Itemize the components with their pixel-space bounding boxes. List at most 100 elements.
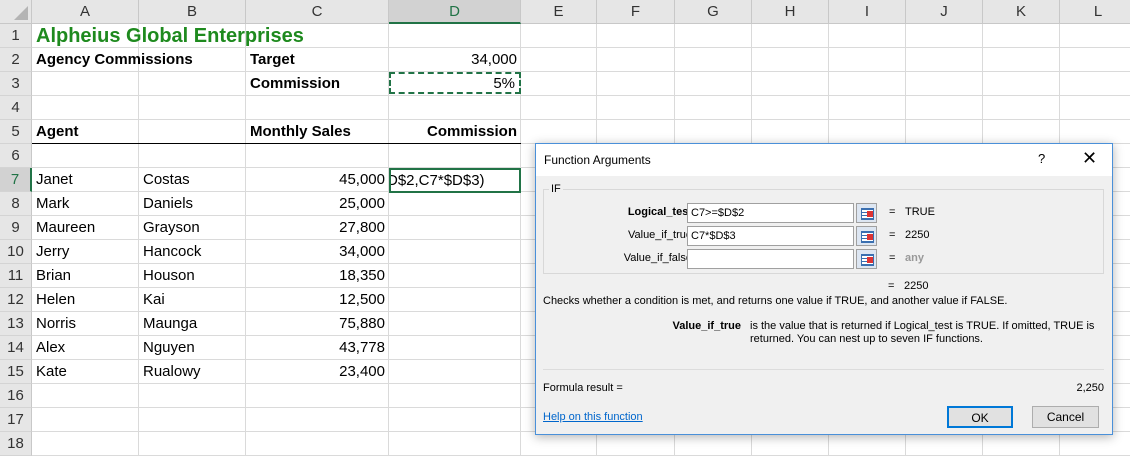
cell[interactable] [139, 72, 246, 96]
cell[interactable] [906, 48, 983, 72]
agent-first-name[interactable]: Maureen [32, 216, 139, 240]
cell[interactable] [389, 288, 521, 312]
agent-first-name[interactable]: Alex [32, 336, 139, 360]
cell[interactable] [752, 96, 829, 120]
cell[interactable] [983, 432, 1060, 456]
cell[interactable] [829, 432, 906, 456]
cell[interactable] [829, 48, 906, 72]
cell[interactable] [389, 216, 521, 240]
cell[interactable] [246, 432, 389, 456]
column-header-a[interactable]: A [32, 0, 139, 24]
row-header-4[interactable]: 4 [0, 96, 32, 120]
column-header-b[interactable]: B [139, 0, 246, 24]
cell[interactable] [752, 432, 829, 456]
cell[interactable] [521, 72, 597, 96]
cell[interactable] [32, 144, 139, 168]
cell[interactable] [597, 48, 675, 72]
cell[interactable] [983, 120, 1060, 144]
agent-first-name[interactable]: Kate [32, 360, 139, 384]
row-header-6[interactable]: 6 [0, 144, 32, 168]
cell[interactable] [139, 432, 246, 456]
column-header-l[interactable]: L [1060, 0, 1130, 24]
column-header-k[interactable]: K [983, 0, 1060, 24]
range-select-icon[interactable] [856, 203, 877, 223]
agent-last-name[interactable]: Costas [139, 168, 246, 192]
subtitle-cell[interactable]: Agency Commissions [32, 48, 242, 72]
agent-monthly-sales[interactable]: 23,400 [246, 360, 389, 384]
agent-last-name[interactable]: Houson [139, 264, 246, 288]
cell[interactable] [246, 384, 389, 408]
agent-first-name[interactable]: Norris [32, 312, 139, 336]
column-header-h[interactable]: H [752, 0, 829, 24]
row-header-12[interactable]: 12 [0, 288, 32, 312]
row-header-2[interactable]: 2 [0, 48, 32, 72]
cell[interactable] [675, 48, 752, 72]
cell[interactable] [906, 72, 983, 96]
agent-first-name[interactable]: Brian [32, 264, 139, 288]
cell[interactable] [829, 24, 906, 48]
column-header-f[interactable]: F [597, 0, 675, 24]
cell[interactable] [829, 96, 906, 120]
commission-rate-cell[interactable]: 5% [389, 72, 521, 94]
cell[interactable] [675, 432, 752, 456]
row-header-7[interactable]: 7 [0, 168, 32, 192]
cell[interactable] [675, 120, 752, 144]
cell[interactable] [389, 432, 521, 456]
cell[interactable] [1060, 72, 1130, 96]
cell[interactable] [752, 48, 829, 72]
row-header-8[interactable]: 8 [0, 192, 32, 216]
header-agent[interactable]: Agent [32, 120, 139, 144]
active-cell-editor[interactable]: D$2,C7*$D$3) [389, 168, 521, 193]
agent-last-name[interactable]: Rualowy [139, 360, 246, 384]
cell[interactable] [752, 72, 829, 96]
cell[interactable] [752, 24, 829, 48]
agent-last-name[interactable]: Hancock [139, 240, 246, 264]
cell[interactable] [675, 72, 752, 96]
cell[interactable] [389, 240, 521, 264]
cell[interactable] [521, 120, 597, 144]
cell[interactable] [389, 360, 521, 384]
cell[interactable] [246, 144, 389, 168]
column-header-c[interactable]: C [246, 0, 389, 24]
cell[interactable] [906, 432, 983, 456]
cell[interactable] [389, 312, 521, 336]
range-select-icon[interactable] [856, 226, 877, 246]
cell[interactable] [139, 120, 246, 144]
cell[interactable] [1060, 432, 1130, 456]
cell[interactable] [829, 72, 906, 96]
target-label-cell[interactable]: Target [246, 48, 389, 72]
cell[interactable] [675, 24, 752, 48]
agent-monthly-sales[interactable]: 25,000 [246, 192, 389, 216]
select-all-button[interactable] [0, 0, 32, 24]
cell[interactable] [389, 264, 521, 288]
cell[interactable] [829, 120, 906, 144]
cell[interactable] [389, 408, 521, 432]
agent-monthly-sales[interactable]: 43,778 [246, 336, 389, 360]
row-header-14[interactable]: 14 [0, 336, 32, 360]
cell[interactable] [906, 24, 983, 48]
row-header-18[interactable]: 18 [0, 432, 32, 456]
agent-last-name[interactable]: Daniels [139, 192, 246, 216]
row-header-16[interactable]: 16 [0, 384, 32, 408]
company-title[interactable]: Alpheius Global Enterprises [32, 24, 432, 48]
agent-first-name[interactable]: Janet [32, 168, 139, 192]
column-header-j[interactable]: J [906, 0, 983, 24]
cell[interactable] [389, 192, 521, 216]
cell[interactable] [983, 72, 1060, 96]
value-if-true-input[interactable]: C7*$D$3 [687, 226, 854, 246]
cell[interactable] [32, 96, 139, 120]
cell[interactable] [597, 24, 675, 48]
cell[interactable] [597, 72, 675, 96]
cell[interactable] [521, 96, 597, 120]
commission-label-cell[interactable]: Commission [246, 72, 389, 96]
cell[interactable] [389, 336, 521, 360]
cell[interactable] [597, 432, 675, 456]
cell[interactable] [246, 408, 389, 432]
dialog-title-bar[interactable]: Function Arguments ? ✕ [536, 144, 1112, 176]
agent-last-name[interactable]: Kai [139, 288, 246, 312]
agent-last-name[interactable]: Nguyen [139, 336, 246, 360]
row-header-17[interactable]: 17 [0, 408, 32, 432]
cell[interactable] [32, 408, 139, 432]
cell[interactable] [389, 144, 521, 168]
close-icon[interactable]: ✕ [1082, 148, 1097, 169]
